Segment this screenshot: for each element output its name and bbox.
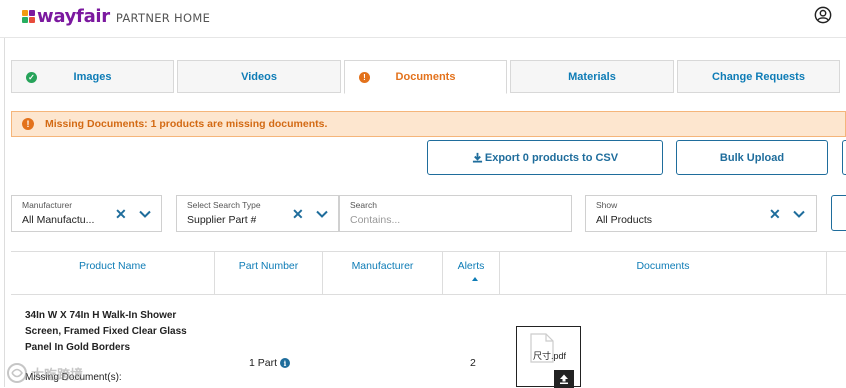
tab-documents[interactable]: ! Documents xyxy=(344,60,507,94)
search-label: Search xyxy=(350,200,377,210)
asset-tabs: ✓ Images Videos ! Documents Materials Ch… xyxy=(11,60,843,94)
check-circle-icon: ✓ xyxy=(26,72,37,83)
tab-videos[interactable]: Videos xyxy=(177,60,341,93)
overflow-filter-button[interactable] xyxy=(831,195,846,231)
column-label: Product Name xyxy=(78,260,147,272)
tab-label: Documents xyxy=(395,71,456,83)
part-count-text: 1 Part xyxy=(249,357,278,369)
column-label: Part Number xyxy=(238,260,299,272)
tab-label: Materials xyxy=(568,70,616,83)
search-type-label: Select Search Type xyxy=(187,200,261,210)
alerts-count-cell: 2 xyxy=(470,357,476,369)
tab-materials[interactable]: Materials xyxy=(510,60,674,93)
column-header-product-name[interactable]: Product Name xyxy=(11,252,215,295)
search-field[interactable]: Search Contains... xyxy=(339,195,572,232)
clear-icon[interactable]: ✕ xyxy=(769,206,781,223)
column-header-documents[interactable]: Documents xyxy=(500,252,827,295)
tab-change-requests[interactable]: Change Requests xyxy=(677,60,840,93)
info-icon[interactable]: i xyxy=(280,358,291,368)
export-button-label: Export 0 products to CSV xyxy=(484,151,619,164)
tab-label: Images xyxy=(73,70,112,83)
search-placeholder[interactable]: Contains... xyxy=(350,214,400,226)
exclamation-icon: ! xyxy=(22,118,34,130)
bulk-upload-label: Bulk Upload xyxy=(719,151,785,164)
upload-icon[interactable] xyxy=(554,370,574,388)
alert-message: Missing Documents: 1 products are missin… xyxy=(45,118,328,130)
account-icon[interactable] xyxy=(814,6,832,24)
bulk-upload-button[interactable]: Bulk Upload xyxy=(676,140,828,175)
watermark-logo-icon xyxy=(7,363,27,383)
tab-images[interactable]: ✓ Images xyxy=(11,60,174,93)
search-type-value: Supplier Part # xyxy=(187,214,257,226)
table-header: Product Name Part Number Manufacturer Al… xyxy=(11,251,846,295)
column-label: Alerts xyxy=(457,260,485,272)
manufacturer-label: Manufacturer xyxy=(22,200,73,210)
column-header-alerts[interactable]: Alerts xyxy=(443,252,500,295)
show-label: Show xyxy=(596,200,618,210)
document-card[interactable]: 尺寸.pdf xyxy=(516,326,581,388)
watermark-text: 大吃跨境 xyxy=(31,366,84,382)
column-label: Documents xyxy=(636,260,690,272)
show-value: All Products xyxy=(596,214,653,226)
tab-label: Videos xyxy=(241,70,277,83)
show-select[interactable]: Show All Products ✕ xyxy=(585,195,817,232)
document-filename: 尺寸.pdf xyxy=(532,351,566,361)
wayfair-logo[interactable]: wayfair PARTNER HOME xyxy=(22,5,211,27)
logo-subtitle: PARTNER HOME xyxy=(115,10,211,25)
logo-text: wayfair xyxy=(37,5,110,27)
table-row: 34In W X 74In H Walk-In Shower Screen, F… xyxy=(11,295,846,388)
warning-circle-icon: ! xyxy=(359,72,370,83)
part-number-cell: 1 Part i xyxy=(249,357,291,369)
manufacturer-value: All Manufactu... xyxy=(22,214,95,226)
clear-icon[interactable]: ✕ xyxy=(292,206,304,223)
content-left-border xyxy=(4,38,5,387)
export-csv-button[interactable]: Export 0 products to CSV xyxy=(427,140,663,175)
app-header: wayfair PARTNER HOME xyxy=(0,0,846,38)
overflow-action-button[interactable] xyxy=(842,140,846,175)
product-name-cell: 34In W X 74In H Walk-In Shower Screen, F… xyxy=(25,310,187,353)
download-icon xyxy=(472,152,482,163)
column-header-manufacturer[interactable]: Manufacturer xyxy=(323,252,443,295)
tab-label: Change Requests xyxy=(712,70,805,83)
missing-documents-alert: ! Missing Documents: 1 products are miss… xyxy=(11,111,846,137)
chevron-down-icon[interactable] xyxy=(315,207,329,221)
column-label: Manufacturer xyxy=(351,260,414,272)
chevron-down-icon[interactable] xyxy=(792,207,806,221)
column-header-part-number[interactable]: Part Number xyxy=(215,252,323,295)
clear-icon[interactable]: ✕ xyxy=(115,206,127,223)
sort-ascending-icon[interactable] xyxy=(472,277,478,281)
search-type-select[interactable]: Select Search Type Supplier Part # ✕ xyxy=(176,195,339,232)
chevron-down-icon[interactable] xyxy=(138,207,152,221)
logo-mark-icon xyxy=(22,9,35,23)
manufacturer-select[interactable]: Manufacturer All Manufactu... ✕ xyxy=(11,195,162,232)
watermark: 大吃跨境 xyxy=(6,359,116,387)
